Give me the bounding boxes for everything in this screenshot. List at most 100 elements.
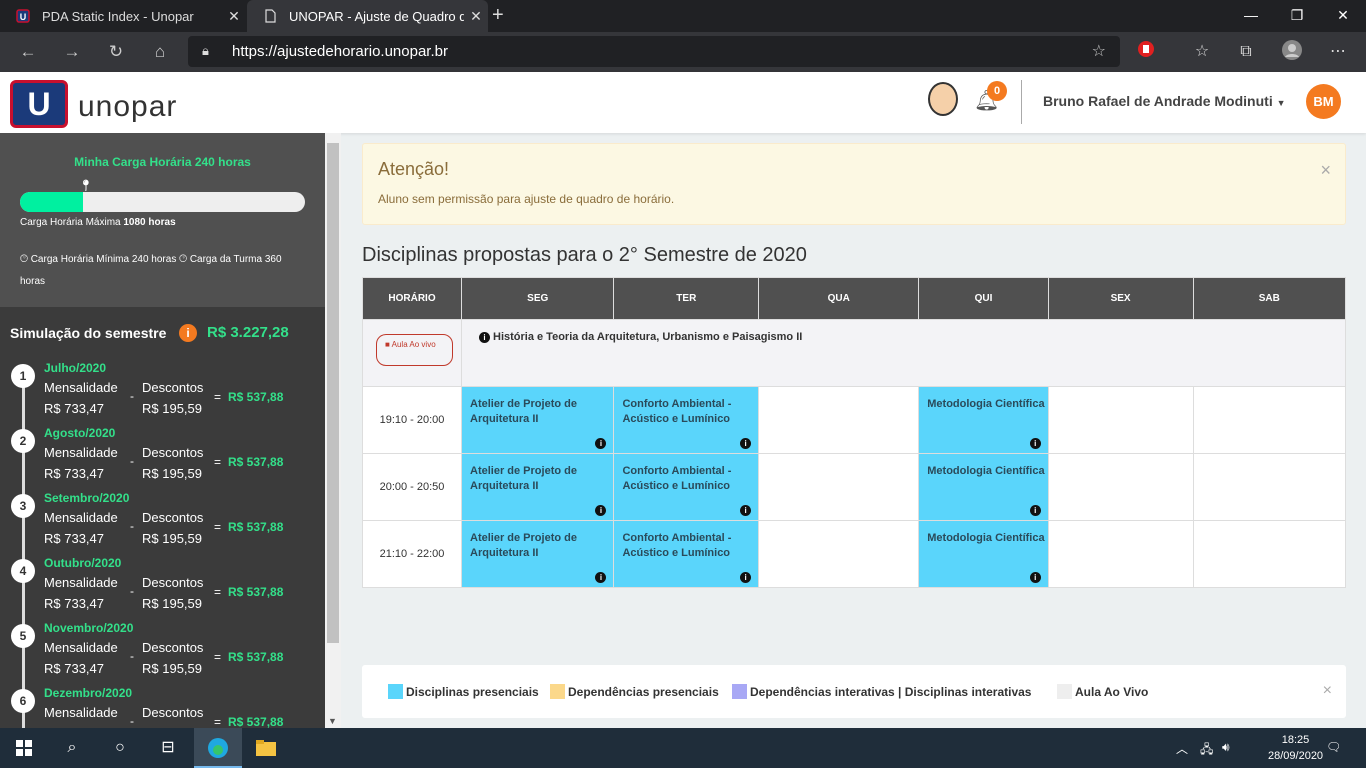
legend-swatch <box>1057 684 1072 699</box>
page-icon <box>263 9 277 23</box>
empty-cell <box>1192 386 1346 454</box>
info-icon[interactable]: i <box>1029 505 1041 516</box>
notification-center-icon[interactable]: 🗨︎ <box>1326 740 1341 754</box>
live-class-button[interactable]: ■ Aula Ao vivo <box>376 334 453 366</box>
info-icon[interactable]: i <box>479 331 490 343</box>
class-cell-qui[interactable]: Metodologia Científica i <box>918 453 1049 521</box>
class-cell-ter[interactable]: Conforto Ambiental - Acústico e Lumínico… <box>613 386 760 454</box>
minus-sign: - <box>130 454 134 468</box>
home-icon[interactable]: ⌂ <box>148 40 172 64</box>
search-icon[interactable]: ⌕ <box>48 728 96 768</box>
info-icon[interactable]: i <box>740 505 752 516</box>
windows-start-icon[interactable] <box>0 728 48 768</box>
favorites-icon[interactable]: ☆ <box>1190 40 1214 64</box>
empty-cell <box>758 453 920 521</box>
table-row: 20:00 - 20:50 Atelier de Projeto de Arqu… <box>362 453 1346 521</box>
live-cell: ■ Aula Ao vivo <box>362 319 462 387</box>
month-total: R$ 537,88 <box>228 390 284 404</box>
file-explorer-icon[interactable] <box>242 728 290 768</box>
legend-dep-presenciais: Dependências presenciais <box>550 684 719 699</box>
info-icon[interactable]: i <box>1029 438 1041 449</box>
month-number: 1 <box>11 364 35 388</box>
time-cell: 20:00 - 20:50 <box>362 453 462 521</box>
month-item: 4 Outubro/2020 Mensalidade R$ 733,47 - D… <box>0 556 325 621</box>
network-icon[interactable]: 🖧︎ <box>1200 740 1213 761</box>
class-cell-seg[interactable]: Atelier de Projeto de Arquitetura II i <box>460 453 615 521</box>
class-cell-qui[interactable]: Metodologia Científica i <box>918 386 1049 454</box>
mensalidade-label: Mensalidade <box>44 640 118 655</box>
live-class-row: ■ Aula Ao vivo i História e Teoria da Arq… <box>362 319 1346 387</box>
month-name: Setembro/2020 <box>44 491 130 505</box>
month-name: Novembro/2020 <box>44 621 134 635</box>
user-initials-avatar[interactable]: BM <box>1306 84 1341 119</box>
info-icon[interactable]: i <box>179 324 197 342</box>
info-icon[interactable]: i <box>1029 572 1041 583</box>
close-tab-icon[interactable]: ✕ <box>222 8 246 25</box>
descontos-label: Descontos <box>142 380 204 395</box>
close-legend-icon[interactable]: × <box>1323 682 1332 700</box>
legend-panel: Disciplinas presenciais Dependências pre… <box>362 665 1346 718</box>
empty-cell <box>758 520 920 588</box>
favorite-star-icon[interactable]: ☆ <box>1092 41 1106 61</box>
task-view-icon[interactable]: ⊟ <box>144 728 192 768</box>
class-cell-seg[interactable]: Atelier de Projeto de Arquitetura II i <box>460 520 615 588</box>
class-cell-seg[interactable]: Atelier de Projeto de Arquitetura II i <box>460 386 615 454</box>
minus-sign: - <box>130 389 134 403</box>
address-bar[interactable]: 🔒︎ https://ajustedehorario.unopar.br ☆ <box>188 36 1120 67</box>
class-cell-qui[interactable]: Metodologia Científica i <box>918 520 1049 588</box>
minimize-icon[interactable]: — <box>1228 0 1274 32</box>
volume-icon[interactable]: 🔊︎ <box>1222 740 1230 755</box>
info-icon[interactable]: i <box>595 438 607 449</box>
forward-icon[interactable]: → <box>60 40 84 64</box>
back-icon[interactable]: ← <box>16 40 40 64</box>
cortana-icon[interactable]: ○ <box>96 728 144 768</box>
new-tab-icon[interactable]: + <box>492 5 504 25</box>
extension-icon[interactable] <box>1134 40 1158 64</box>
mensalidade-value: R$ 733,47 <box>44 596 104 611</box>
svg-text:U: U <box>20 12 27 22</box>
carga-max: Carga Horária Máxima 1080 horas <box>20 217 176 228</box>
equals-sign: = <box>214 390 222 404</box>
refresh-icon[interactable]: ↻ <box>104 40 128 64</box>
caret-down-icon: ▼ <box>1276 98 1286 108</box>
class-cell-ter[interactable]: Conforto Ambiental - Acústico e Lumínico… <box>613 453 760 521</box>
tab-title: PDA Static Index - Unopar <box>42 8 194 24</box>
info-icon[interactable]: i <box>595 505 607 516</box>
close-window-icon[interactable]: ✕ <box>1320 0 1366 32</box>
header-ter: TER <box>613 277 760 320</box>
scrollbar-thumb[interactable] <box>327 143 339 643</box>
close-tab-icon[interactable]: ✕ <box>464 8 488 25</box>
time-cell: 19:10 - 20:00 <box>362 386 462 454</box>
month-name: Julho/2020 <box>44 361 107 375</box>
assistant-avatar-icon[interactable] <box>928 82 958 116</box>
unopar-favicon-icon: U <box>16 9 30 23</box>
brand-name: unopar <box>78 90 178 123</box>
info-icon[interactable]: i <box>740 572 752 583</box>
month-name: Dezembro/2020 <box>44 686 133 700</box>
info-icon[interactable]: i <box>740 438 752 449</box>
browser-tab-unopar[interactable]: UNOPAR - Ajuste de Quadro de ✕ <box>247 0 488 32</box>
info-icon[interactable]: i <box>595 572 607 583</box>
user-menu[interactable]: Bruno Rafael de Andrade Modinuti ▼ <box>1043 93 1286 109</box>
carga-progress-bar <box>20 192 305 212</box>
url-text: https://ajustedehorario.unopar.br <box>232 43 448 60</box>
unopar-logo[interactable]: U <box>10 80 68 128</box>
system-clock[interactable]: 18:25 28/09/2020 <box>1268 732 1323 764</box>
edge-browser-icon[interactable] <box>194 728 242 768</box>
table-row: 19:10 - 20:00 Atelier de Projeto de Arqu… <box>362 386 1346 454</box>
live-subject-cell: i História e Teoria da Arquitetura, Urban… <box>461 319 1346 387</box>
browser-tab-pda[interactable]: U PDA Static Index - Unopar ✕ <box>0 0 246 32</box>
scroll-down-icon[interactable]: ▼ <box>328 716 337 726</box>
close-alert-icon[interactable]: × <box>1320 160 1331 181</box>
maximize-icon[interactable]: ❐ <box>1274 0 1320 32</box>
collections-icon[interactable]: ⧉ <box>1234 40 1258 64</box>
month-item: 5 Novembro/2020 Mensalidade R$ 733,47 - … <box>0 621 325 686</box>
descontos-label: Descontos <box>142 705 204 720</box>
chevron-up-icon[interactable]: ︿ <box>1176 740 1188 757</box>
sidebar-scrollbar[interactable]: ▼ <box>325 133 341 728</box>
profile-icon[interactable] <box>1280 40 1304 64</box>
legend-aovivo: Aula Ao Vivo <box>1057 684 1148 699</box>
class-cell-ter[interactable]: Conforto Ambiental - Acústico e Lumínico… <box>613 520 760 588</box>
more-options-icon[interactable]: ⋯ <box>1326 40 1350 64</box>
mensalidade-label: Mensalidade <box>44 510 118 525</box>
